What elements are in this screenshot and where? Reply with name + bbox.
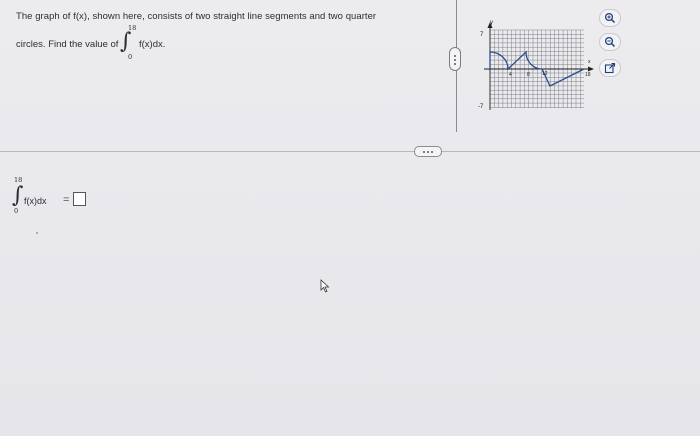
answer-integrand: f(x)dx — [24, 196, 47, 206]
panel-divider-horizontal — [0, 151, 700, 152]
function-graph: y x 7 -7 4 8 12 18 — [476, 18, 596, 118]
stray-dot — [36, 232, 38, 234]
y-axis-label: y — [490, 20, 493, 26]
integral-sign: ∫ — [120, 29, 132, 54]
x-axis-arrow — [588, 66, 594, 72]
question-page: The graph of f(x), shown here, consists … — [0, 0, 700, 436]
external-link-icon — [604, 62, 616, 74]
x-tick-label: 12 — [542, 71, 548, 77]
integral-lower-limit: 0 — [128, 53, 133, 61]
x-tick-label: 8 — [527, 72, 530, 78]
popout-button[interactable] — [599, 59, 621, 77]
zoom-in-icon — [604, 12, 616, 24]
x-axis-label: x — [588, 59, 591, 65]
question-text-line2: circles. Find the value of — [16, 39, 119, 50]
x-tick-label: 18 — [585, 72, 591, 78]
mouse-cursor-icon — [320, 279, 330, 293]
x-tick-label: 4 — [509, 72, 512, 78]
equals-sign: = — [63, 194, 70, 206]
zoom-in-button[interactable] — [599, 9, 621, 27]
zoom-out-icon — [604, 36, 616, 48]
answer-input[interactable] — [73, 192, 86, 206]
graph-svg: y x 7 -7 4 8 12 18 — [478, 20, 594, 110]
question-integrand: f(x)dx. — [139, 39, 166, 50]
y-top-label: 7 — [480, 32, 484, 38]
y-bottom-label: -7 — [478, 104, 484, 110]
integral-sign: ∫ — [12, 183, 24, 208]
expand-panel-button[interactable] — [449, 47, 461, 71]
resize-handle-button[interactable] — [414, 146, 442, 157]
question-text-line1: The graph of f(x), shown here, consists … — [16, 11, 377, 22]
zoom-out-button[interactable] — [599, 33, 621, 51]
question-integral: 18 ∫ 0 — [118, 24, 138, 64]
integral-lower-limit: 0 — [14, 207, 19, 215]
